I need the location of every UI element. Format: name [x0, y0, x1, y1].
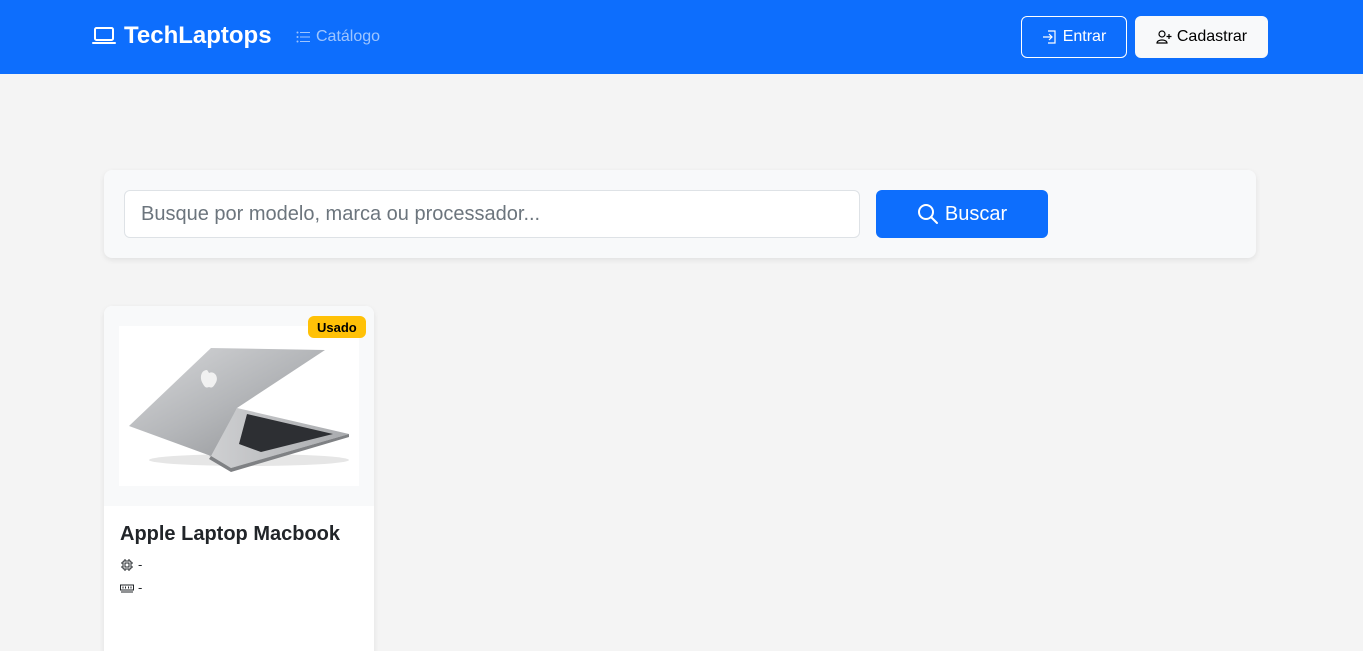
laptop-icon	[92, 26, 116, 46]
product-title: Apple Laptop Macbook	[120, 523, 340, 545]
cpu-icon	[120, 558, 134, 572]
memory-icon	[120, 581, 134, 595]
macbook-laptop-image	[119, 326, 359, 486]
search-button[interactable]: Buscar	[876, 190, 1048, 238]
login-button[interactable]: Entrar	[1021, 16, 1127, 58]
signup-button[interactable]: Cadastrar	[1135, 16, 1268, 58]
search-panel: Buscar	[104, 170, 1256, 258]
brand-name: TechLaptops	[124, 22, 272, 49]
condition-badge: Usado	[308, 316, 366, 338]
nav-catalog-link[interactable]: Catálogo	[296, 28, 380, 46]
product-image-area: Usado	[104, 306, 374, 506]
spec-cpu-value: -	[138, 557, 143, 572]
spec-ram: -	[120, 580, 142, 595]
spec-ram-value: -	[138, 580, 143, 595]
product-card[interactable]: Usado Apple Laptop Macbook - -	[104, 306, 374, 651]
list-icon	[296, 30, 310, 44]
spec-cpu: -	[120, 557, 142, 572]
navbar: TechLaptops Catálogo Entrar Cadastrar	[0, 0, 1363, 74]
search-button-label: Buscar	[944, 202, 1008, 225]
person-plus-icon	[1156, 29, 1172, 45]
nav-catalog-label: Catálogo	[316, 28, 381, 45]
box-arrow-in-right-icon	[1042, 29, 1058, 45]
login-label: Entrar	[1062, 28, 1107, 45]
search-icon	[917, 203, 939, 225]
brand-link[interactable]: TechLaptops	[92, 22, 272, 50]
signup-label: Cadastrar	[1176, 28, 1248, 45]
search-input[interactable]	[124, 190, 860, 238]
